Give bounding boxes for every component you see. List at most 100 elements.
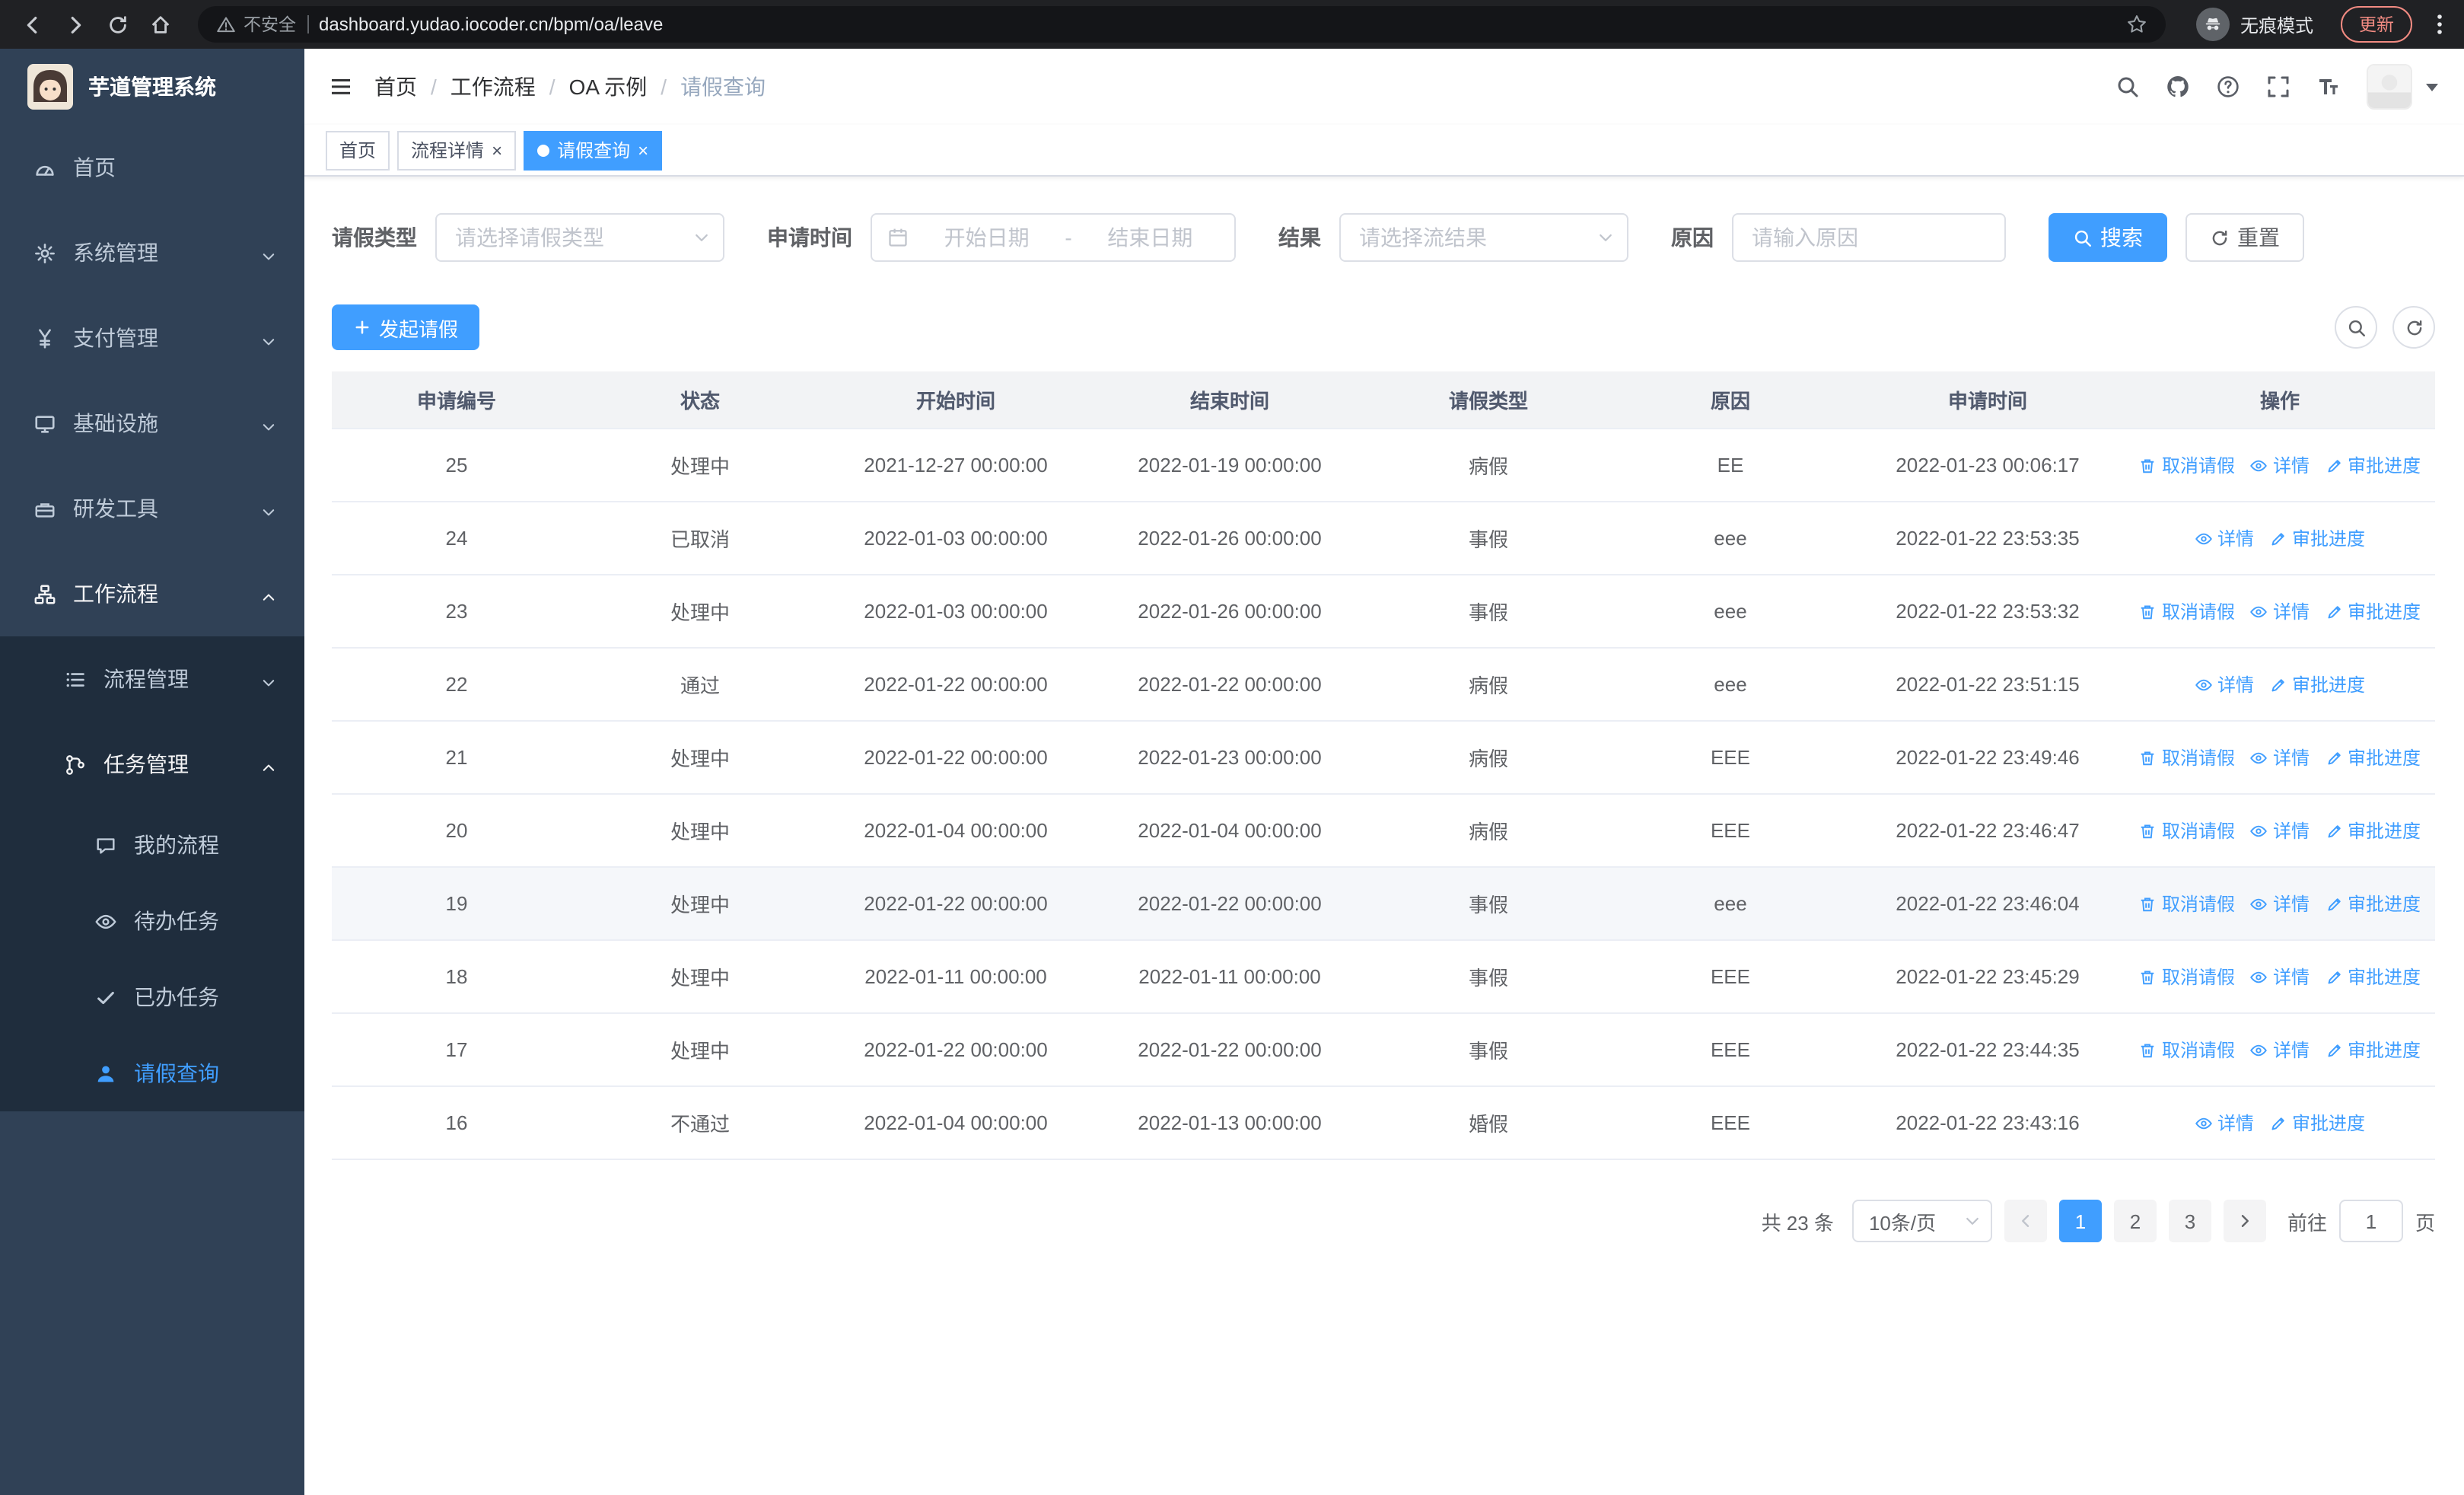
detail-link[interactable]: 详情	[2195, 671, 2254, 697]
approval-progress-link[interactable]: 审批进度	[2325, 891, 2421, 916]
edit-icon	[2325, 1041, 2343, 1059]
cancel-leave-link[interactable]: 取消请假	[2139, 452, 2235, 478]
sidebar-item-process-management[interactable]: 流程管理	[0, 636, 304, 722]
search-icon[interactable]	[2115, 75, 2140, 99]
cell-applied: 2022-01-22 23:46:47	[1896, 819, 2080, 842]
table-row: 19 处理中 2022-01-22 00:00:00 2022-01-22 00:00…	[332, 868, 2435, 941]
cell-id: 24	[445, 527, 468, 550]
chrome-menu-icon[interactable]	[2427, 12, 2452, 37]
page-button-1[interactable]: 1	[2058, 1200, 2102, 1242]
toggle-search-button[interactable]	[2335, 306, 2377, 349]
bookmark-star-icon[interactable]	[2126, 14, 2147, 35]
sidebar-item-dev-tools[interactable]: 研发工具	[0, 466, 304, 551]
approval-progress-link[interactable]: 审批进度	[2325, 964, 2421, 990]
sidebar-item-task-management[interactable]: 任务管理	[0, 722, 304, 807]
table-row: 17 处理中 2022-01-22 00:00:00 2022-01-22 00:00…	[332, 1014, 2435, 1087]
forward-button[interactable]	[55, 5, 94, 44]
cancel-leave-link[interactable]: 取消请假	[2139, 964, 2235, 990]
table-toolbar-right	[2319, 306, 2435, 349]
address-bar[interactable]: 不安全 dashboard.yudao.iocoder.cn/bpm/oa/le…	[198, 6, 2166, 43]
cancel-leave-link[interactable]: 取消请假	[2139, 744, 2235, 770]
sidebar-item-done-tasks[interactable]: 已办任务	[0, 959, 304, 1035]
apply-time-filter: 申请时间 -	[767, 213, 1236, 262]
prev-page-button[interactable]	[2004, 1200, 2047, 1242]
back-button[interactable]	[12, 5, 52, 44]
breadcrumb-item-workflow[interactable]: 工作流程	[450, 72, 536, 102]
detail-link[interactable]: 详情	[2250, 744, 2310, 770]
chevron-down-icon[interactable]	[2424, 79, 2440, 94]
fullscreen-icon[interactable]	[2266, 75, 2291, 99]
detail-link[interactable]: 详情	[2250, 891, 2310, 916]
close-tab-icon[interactable]: ×	[638, 141, 648, 159]
trash-icon	[2139, 967, 2157, 986]
sidebar-item-infrastructure[interactable]: 基础设施	[0, 381, 304, 466]
cell-end: 2022-01-26 00:00:00	[1138, 600, 1322, 623]
app-logo[interactable]: 芋道管理系统	[0, 49, 304, 125]
create-leave-button[interactable]: 发起请假	[332, 304, 480, 350]
tab-process-detail[interactable]: 流程详情 ×	[397, 130, 517, 170]
approval-progress-link[interactable]: 审批进度	[2269, 525, 2365, 551]
sidebar-item-my-processes[interactable]: 我的流程	[0, 807, 304, 883]
detail-link[interactable]: 详情	[2250, 452, 2310, 478]
cell-reason: EEE	[1710, 1038, 1750, 1061]
detail-link[interactable]: 详情	[2250, 598, 2310, 624]
table-row: 23 处理中 2022-01-03 00:00:00 2022-01-26 00:00…	[332, 575, 2435, 649]
start-date-input[interactable]	[918, 225, 1056, 250]
home-button[interactable]	[140, 5, 180, 44]
breadcrumb-item-oa-example[interactable]: OA 示例	[569, 72, 648, 102]
tab-home[interactable]: 首页	[326, 130, 390, 170]
chrome-update-button[interactable]: 更新	[2341, 6, 2412, 43]
chevron-right-icon	[2236, 1212, 2254, 1230]
page-size-select[interactable]: 10条/页	[1851, 1200, 1992, 1242]
search-icon	[2073, 228, 2093, 247]
sidebar-item-home[interactable]: 首页	[0, 125, 304, 210]
leave-type-filter: 请假类型 请选择请假类型	[332, 213, 724, 262]
cancel-leave-link[interactable]: 取消请假	[2139, 818, 2235, 843]
next-page-button[interactable]	[2223, 1200, 2266, 1242]
detail-link[interactable]: 详情	[2195, 1110, 2254, 1136]
detail-link[interactable]: 详情	[2250, 964, 2310, 990]
cancel-leave-link[interactable]: 取消请假	[2139, 598, 2235, 624]
approval-progress-link[interactable]: 审批进度	[2269, 671, 2365, 697]
detail-link[interactable]: 详情	[2195, 525, 2254, 551]
cell-start: 2021-12-27 00:00:00	[864, 454, 1048, 477]
security-chip[interactable]: 不安全	[216, 12, 296, 37]
end-date-input[interactable]	[1081, 225, 1220, 250]
approval-progress-link[interactable]: 审批进度	[2325, 1037, 2421, 1063]
sidebar-item-workflow[interactable]: 工作流程	[0, 551, 304, 636]
breadcrumb-item-home[interactable]: 首页	[374, 72, 417, 102]
page-button-3[interactable]: 3	[2168, 1200, 2211, 1242]
result-select[interactable]: 请选择流结果	[1339, 213, 1628, 262]
reload-button[interactable]	[97, 5, 137, 44]
cancel-leave-link[interactable]: 取消请假	[2139, 1037, 2235, 1063]
incognito-badge: 无痕模式	[2195, 8, 2313, 41]
approval-progress-link[interactable]: 审批进度	[2325, 452, 2421, 478]
github-icon[interactable]	[2166, 75, 2190, 99]
reason-input[interactable]	[1733, 215, 2004, 260]
sidebar-item-leave-query[interactable]: 请假查询	[0, 1035, 304, 1111]
goto-page-input[interactable]	[2338, 1200, 2403, 1242]
avatar[interactable]	[2367, 64, 2412, 110]
tabs-bar: 首页 流程详情 × 请假查询 ×	[304, 125, 2464, 177]
font-size-icon[interactable]	[2316, 75, 2341, 99]
page-button-2[interactable]: 2	[2113, 1200, 2157, 1242]
tab-leave-query[interactable]: 请假查询 ×	[524, 130, 663, 170]
detail-link[interactable]: 详情	[2250, 1037, 2310, 1063]
close-tab-icon[interactable]: ×	[492, 141, 502, 159]
sidebar-toggle[interactable]	[329, 75, 353, 99]
approval-progress-link[interactable]: 审批进度	[2325, 818, 2421, 843]
approval-progress-link[interactable]: 审批进度	[2325, 598, 2421, 624]
search-button[interactable]: 搜索	[2049, 213, 2167, 262]
leave-type-select[interactable]: 请选择请假类型	[435, 213, 724, 262]
detail-link[interactable]: 详情	[2250, 818, 2310, 843]
refresh-table-button[interactable]	[2392, 306, 2435, 349]
help-icon[interactable]	[2216, 75, 2240, 99]
approval-progress-link[interactable]: 审批进度	[2325, 744, 2421, 770]
approval-progress-link[interactable]: 审批进度	[2269, 1110, 2365, 1136]
sidebar-item-todo-tasks[interactable]: 待办任务	[0, 883, 304, 959]
sidebar-item-payment-management[interactable]: 支付管理	[0, 295, 304, 381]
reset-button[interactable]: 重置	[2185, 213, 2304, 262]
cancel-leave-link[interactable]: 取消请假	[2139, 891, 2235, 916]
sidebar-item-system-management[interactable]: 系统管理	[0, 210, 304, 295]
apply-time-range[interactable]: -	[871, 213, 1236, 262]
